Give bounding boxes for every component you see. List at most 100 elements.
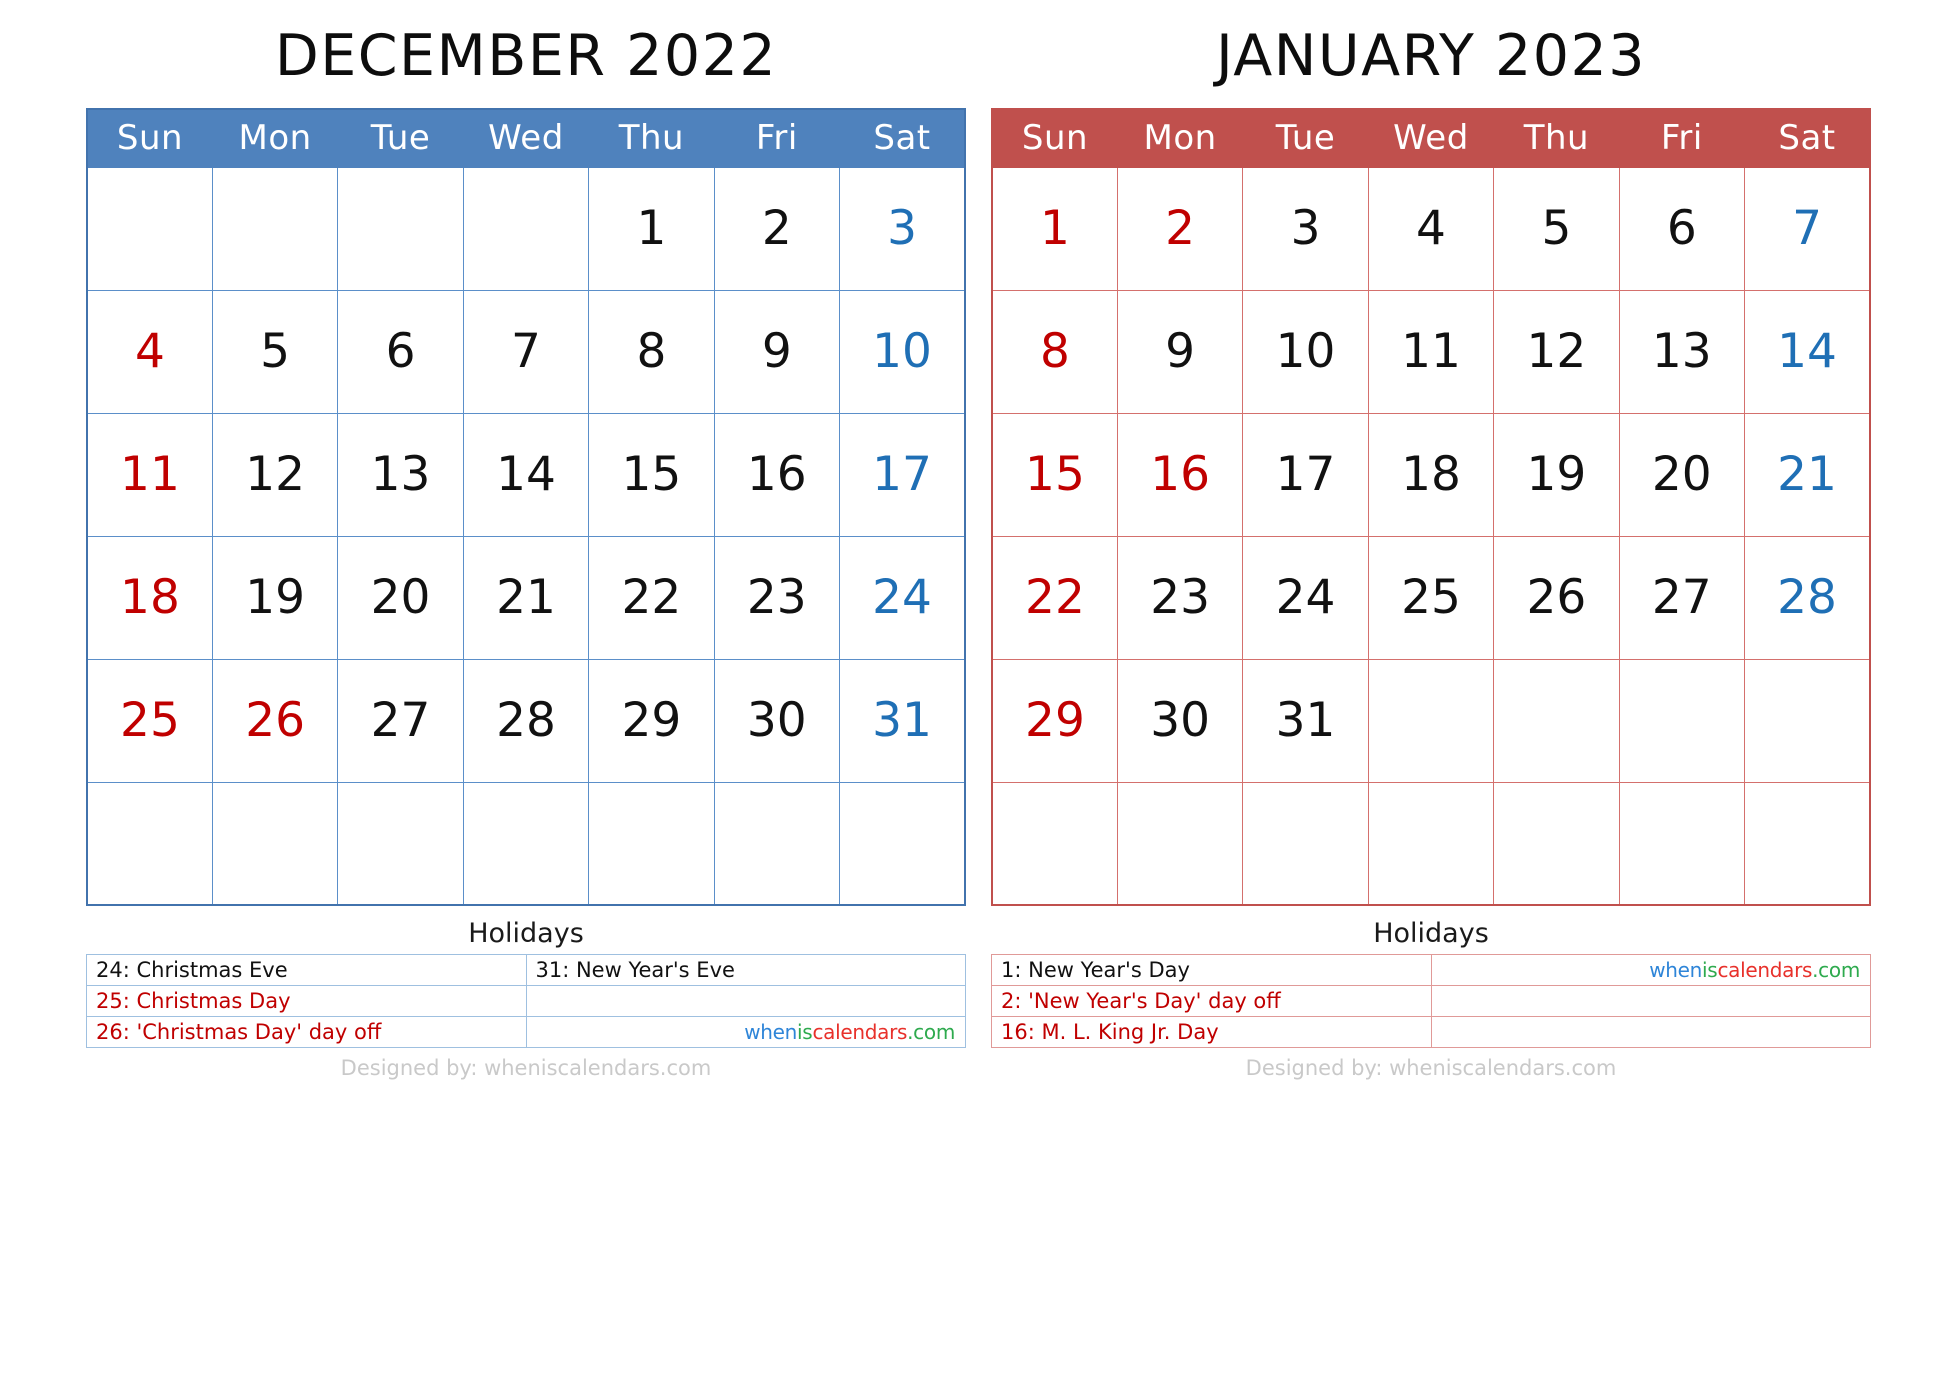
day-cell-14[interactable]: 14 xyxy=(462,412,590,537)
day-cell-empty xyxy=(588,781,715,906)
day-cell-21[interactable]: 21 xyxy=(462,535,590,660)
day-cell-8[interactable]: 8 xyxy=(588,289,715,414)
day-cell-11[interactable]: 11 xyxy=(1367,289,1495,414)
day-cell-7[interactable]: 7 xyxy=(462,289,590,414)
calendar-week-row: 29 30 31 xyxy=(991,658,1871,783)
day-cell-27[interactable]: 27 xyxy=(337,658,464,783)
calendar-week-row: 8 9 10 11 12 13 14 xyxy=(991,289,1871,414)
day-cell-9[interactable]: 9 xyxy=(713,289,841,414)
logo-part-com: .com xyxy=(907,1020,955,1044)
day-cell-empty xyxy=(839,781,966,906)
day-cell-empty xyxy=(211,781,339,906)
day-cell-25[interactable]: 25 xyxy=(1367,535,1495,660)
day-cell-empty xyxy=(713,781,841,906)
day-cell-29[interactable]: 29 xyxy=(991,658,1118,783)
day-cell-30[interactable]: 30 xyxy=(713,658,841,783)
day-cell-12[interactable]: 12 xyxy=(211,412,339,537)
day-cell-8[interactable]: 8 xyxy=(991,289,1118,414)
day-cell-20[interactable]: 20 xyxy=(1618,412,1746,537)
day-cell-empty xyxy=(1116,781,1244,906)
day-cell-31[interactable]: 31 xyxy=(1242,658,1369,783)
day-cell-15[interactable]: 15 xyxy=(588,412,715,537)
day-cell-17[interactable]: 17 xyxy=(839,412,966,537)
day-cell-2[interactable]: 2 xyxy=(713,166,841,291)
day-cell-20[interactable]: 20 xyxy=(337,535,464,660)
wheniscalendars-logo[interactable]: wheniscalendars.com xyxy=(744,1020,955,1044)
day-cell-1[interactable]: 1 xyxy=(991,166,1118,291)
day-cell-27[interactable]: 27 xyxy=(1618,535,1746,660)
holiday-entry-left: 16: M. L. King Jr. Day xyxy=(991,1016,1432,1048)
day-cell-4[interactable]: 4 xyxy=(1367,166,1495,291)
day-cell-30[interactable]: 30 xyxy=(1116,658,1244,783)
wheniscalendars-logo[interactable]: wheniscalendars.com xyxy=(1649,958,1860,982)
day-cell-26[interactable]: 26 xyxy=(1493,535,1620,660)
day-cell-12[interactable]: 12 xyxy=(1493,289,1620,414)
calendar-week-row: 18 19 20 21 22 23 24 xyxy=(86,535,966,660)
day-cell-11[interactable]: 11 xyxy=(86,412,213,537)
day-cell-empty xyxy=(462,781,590,906)
day-cell-10[interactable]: 10 xyxy=(1242,289,1369,414)
day-cell-empty xyxy=(1744,781,1871,906)
day-cell-empty xyxy=(1618,781,1746,906)
day-cell-19[interactable]: 19 xyxy=(1493,412,1620,537)
holiday-entry-right-logo: wheniscalendars.com xyxy=(525,1016,966,1048)
holiday-row: 1: New Year's Day wheniscalendars.com xyxy=(991,954,1871,986)
weekday-header-sun: Sun xyxy=(991,108,1118,168)
day-cell-13[interactable]: 13 xyxy=(337,412,464,537)
day-cell-19[interactable]: 19 xyxy=(211,535,339,660)
logo-part-com: .com xyxy=(1812,958,1860,982)
day-cell-13[interactable]: 13 xyxy=(1618,289,1746,414)
day-cell-18[interactable]: 18 xyxy=(1367,412,1495,537)
day-cell-28[interactable]: 28 xyxy=(1744,535,1871,660)
weekday-header-row: Sun Mon Tue Wed Thu Fri Sat xyxy=(86,108,966,168)
day-cell-9[interactable]: 9 xyxy=(1116,289,1244,414)
holidays-table-december: 24: Christmas Eve 31: New Year's Eve 25: C… xyxy=(86,954,966,1048)
day-cell-24[interactable]: 24 xyxy=(839,535,966,660)
day-cell-26[interactable]: 26 xyxy=(211,658,339,783)
holiday-row: 25: Christmas Day xyxy=(86,985,966,1017)
weekday-header-fri: Fri xyxy=(1618,108,1746,168)
weekday-header-wed: Wed xyxy=(1367,108,1495,168)
day-cell-empty xyxy=(1367,781,1495,906)
weekday-header-sat: Sat xyxy=(839,108,966,168)
day-cell-3[interactable]: 3 xyxy=(1242,166,1369,291)
day-cell-15[interactable]: 15 xyxy=(991,412,1118,537)
day-cell-4[interactable]: 4 xyxy=(86,289,213,414)
day-cell-29[interactable]: 29 xyxy=(588,658,715,783)
day-cell-21[interactable]: 21 xyxy=(1744,412,1871,537)
holiday-entry-right: 31: New Year's Eve xyxy=(525,954,966,986)
day-cell-1[interactable]: 1 xyxy=(588,166,715,291)
weekday-header-sun: Sun xyxy=(86,108,213,168)
day-cell-2[interactable]: 2 xyxy=(1116,166,1244,291)
holiday-row: 16: M. L. King Jr. Day xyxy=(991,1016,1871,1048)
day-cell-14[interactable]: 14 xyxy=(1744,289,1871,414)
logo-part-when: when xyxy=(1649,958,1703,982)
day-cell-24[interactable]: 24 xyxy=(1242,535,1369,660)
day-cell-16[interactable]: 16 xyxy=(713,412,841,537)
day-cell-22[interactable]: 22 xyxy=(991,535,1118,660)
day-cell-7[interactable]: 7 xyxy=(1744,166,1871,291)
day-cell-22[interactable]: 22 xyxy=(588,535,715,660)
day-cell-23[interactable]: 23 xyxy=(713,535,841,660)
day-cell-3[interactable]: 3 xyxy=(839,166,966,291)
day-cell-5[interactable]: 5 xyxy=(211,289,339,414)
day-cell-16[interactable]: 16 xyxy=(1116,412,1244,537)
holiday-entry-right xyxy=(1430,985,1871,1017)
holiday-row: 2: 'New Year's Day' day off xyxy=(991,985,1871,1017)
day-cell-10[interactable]: 10 xyxy=(839,289,966,414)
calendar-week-row: 123 xyxy=(86,166,966,291)
day-cell-25[interactable]: 25 xyxy=(86,658,213,783)
day-cell-6[interactable]: 6 xyxy=(337,289,464,414)
day-cell-18[interactable]: 18 xyxy=(86,535,213,660)
day-cell-empty xyxy=(1493,781,1620,906)
day-cell-23[interactable]: 23 xyxy=(1116,535,1244,660)
day-cell-17[interactable]: 17 xyxy=(1242,412,1369,537)
logo-part-calendars: calendars xyxy=(1717,958,1813,982)
day-cell-31[interactable]: 31 xyxy=(839,658,966,783)
day-cell-6[interactable]: 6 xyxy=(1618,166,1746,291)
holiday-entry-left: 25: Christmas Day xyxy=(86,985,527,1017)
day-cell-28[interactable]: 28 xyxy=(462,658,590,783)
calendar-grid-january: Sun Mon Tue Wed Thu Fri Sat 1 2 3 4 5 6 7 8 9 10 11 12 13 14… xyxy=(991,108,1871,906)
day-cell-5[interactable]: 5 xyxy=(1493,166,1620,291)
calendar-week-row: 11 12 13 14 15 16 17 xyxy=(86,412,966,537)
